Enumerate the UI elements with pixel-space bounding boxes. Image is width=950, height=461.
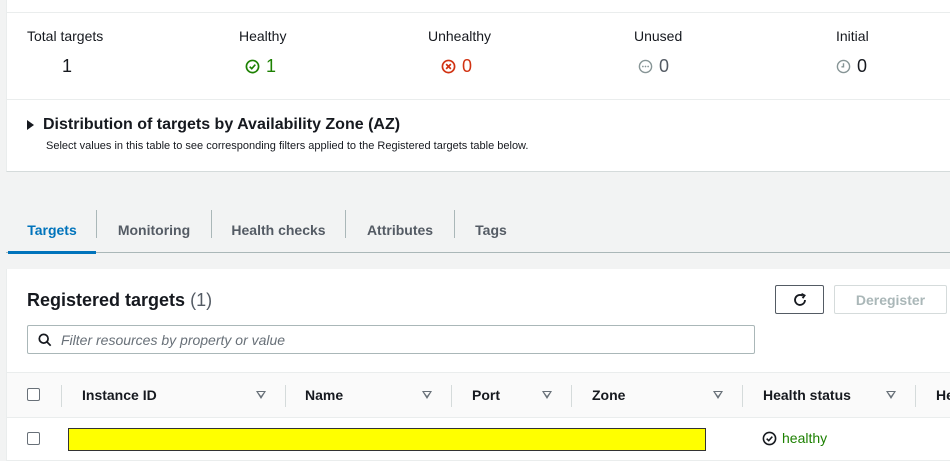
sort-icon[interactable]: [256, 391, 266, 399]
column-header-instance-id[interactable]: Instance ID: [82, 373, 157, 417]
total-targets-value: 1: [62, 56, 73, 76]
unhealthy-count: 0: [462, 56, 473, 76]
unused-count: 0: [659, 56, 670, 76]
column-header-port[interactable]: Port: [472, 373, 500, 417]
x-circle-icon: [441, 59, 456, 74]
tab-tags[interactable]: Tags: [455, 208, 527, 252]
sort-icon[interactable]: [886, 391, 896, 399]
column-divider: [285, 385, 286, 407]
tab-targets[interactable]: Targets: [8, 208, 96, 254]
filter-input[interactable]: [61, 331, 721, 348]
row-select-checkbox[interactable]: [27, 432, 40, 445]
check-circle-icon: [245, 59, 260, 74]
column-divider: [571, 385, 572, 407]
health-status-text: healthy: [782, 430, 828, 446]
deregister-button[interactable]: Deregister: [834, 285, 947, 314]
panel-title: Registered targets (1): [27, 290, 212, 311]
table-header: Instance ID Name Port Zone Health status…: [7, 372, 950, 418]
tab-monitoring[interactable]: Monitoring: [97, 208, 211, 252]
column-header-health-status[interactable]: Health status: [763, 373, 851, 417]
refresh-button[interactable]: [775, 285, 824, 314]
tab-attributes[interactable]: Attributes: [346, 208, 454, 252]
registered-targets-panel: Registered targets (1) Deregister Instan…: [6, 269, 950, 461]
column-divider: [451, 385, 452, 407]
column-divider: [742, 385, 743, 407]
filter-search-box[interactable]: [27, 325, 755, 354]
stat-unhealthy[interactable]: Unhealthy 0: [428, 28, 492, 76]
registered-targets-count: (1): [190, 290, 213, 310]
sort-icon[interactable]: [422, 391, 432, 399]
az-distribution-toggle[interactable]: Distribution of targets by Availability …: [27, 116, 400, 134]
stat-label: Total targets: [27, 28, 104, 44]
column-divider: [61, 385, 62, 407]
stat-healthy[interactable]: Healthy 1: [239, 28, 287, 76]
column-header-name[interactable]: Name: [305, 373, 343, 417]
az-distribution-description: Select values in this table to see corre…: [46, 140, 529, 152]
az-distribution-title: Distribution of targets by Availability …: [43, 116, 401, 133]
stat-value: 1: [62, 56, 72, 77]
registered-targets-title: Registered targets: [27, 290, 186, 310]
initial-count: 0: [857, 56, 868, 76]
sort-icon[interactable]: [542, 391, 552, 399]
stat-label: Unused: [634, 28, 683, 44]
stat-total-targets: Total targets 1: [27, 28, 104, 76]
select-all-checkbox[interactable]: [27, 388, 40, 401]
caret-right-icon: [27, 120, 34, 130]
clock-icon: [836, 59, 851, 74]
column-header-health-details[interactable]: He: [936, 373, 950, 417]
tab-health-checks[interactable]: Health checks: [212, 208, 345, 252]
stat-value: 1: [245, 56, 276, 77]
search-icon: [38, 332, 52, 347]
section-divider: [7, 99, 950, 100]
ellipsis-circle-icon: [638, 59, 653, 74]
panel-top-divider: [7, 12, 950, 13]
health-status-cell: healthy: [762, 430, 827, 446]
stat-value: 0: [836, 56, 867, 77]
column-divider: [915, 385, 916, 407]
sort-icon[interactable]: [713, 391, 723, 399]
stat-value: 0: [638, 56, 669, 77]
stat-value: 0: [441, 56, 472, 77]
redacted-instance-info: [68, 428, 706, 451]
stat-label: Unhealthy: [428, 28, 492, 44]
refresh-icon: [792, 292, 808, 308]
stat-label: Healthy: [239, 28, 287, 44]
stat-label: Initial: [836, 28, 869, 44]
table-row[interactable]: healthy: [7, 418, 950, 461]
healthy-count: 1: [266, 56, 277, 76]
check-circle-icon: [762, 431, 777, 446]
stat-initial[interactable]: Initial 0: [836, 28, 869, 76]
target-summary-panel: Total targets 1 Healthy 1 Unhealthy 0 Un…: [6, 0, 950, 172]
stat-unused[interactable]: Unused 0: [634, 28, 683, 76]
column-header-zone[interactable]: Zone: [592, 373, 625, 417]
tab-bar: Targets Monitoring Health checks Attribu…: [6, 208, 950, 254]
